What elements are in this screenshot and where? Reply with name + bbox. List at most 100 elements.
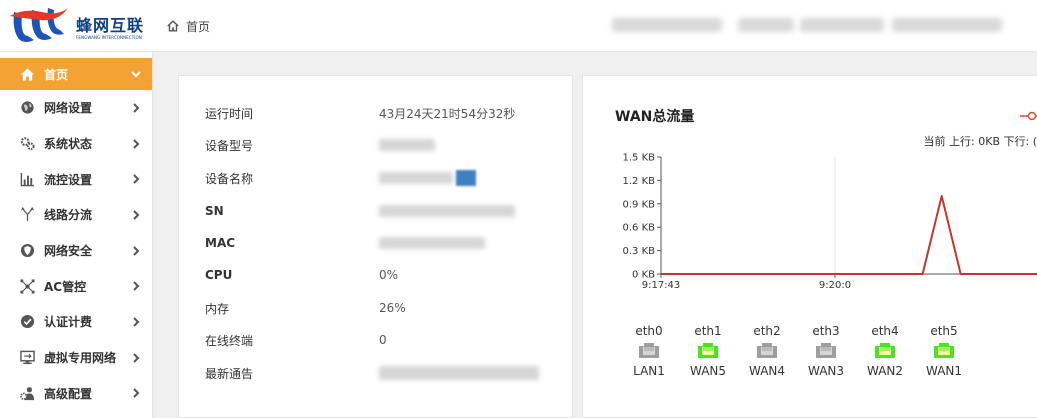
device-name-label: 设备名称 xyxy=(205,171,254,186)
ethernet-port-icon xyxy=(934,343,954,358)
user-gear-icon xyxy=(18,385,36,401)
chevron-right-icon xyxy=(133,281,140,291)
chevron-right-icon xyxy=(133,210,140,220)
sidebar-item-network-security[interactable]: 网络安全 xyxy=(0,233,152,269)
port-eth3[interactable]: eth3 WAN3 xyxy=(806,324,846,380)
port-label: WAN2 xyxy=(866,364,904,378)
redacted-header-info xyxy=(800,18,884,32)
redacted-header-info xyxy=(738,18,794,32)
clients-value: 0 xyxy=(379,333,387,347)
home-icon[interactable] xyxy=(166,19,180,33)
port-label: LAN1 xyxy=(633,364,665,378)
clients-label: 在线终端 xyxy=(205,333,254,348)
sidebar-item-label: 网络安全 xyxy=(44,244,93,259)
port-eth5[interactable]: eth5 WAN1 xyxy=(924,324,964,380)
ethernet-port-icon xyxy=(639,343,659,358)
info-row-sn: SN xyxy=(205,202,515,220)
info-row-mac: MAC xyxy=(205,234,485,252)
brand-logo-mark xyxy=(10,8,68,42)
port-name: eth1 xyxy=(694,324,722,338)
port-eth0[interactable]: eth0 LAN1 xyxy=(629,324,669,380)
chevron-right-icon xyxy=(133,138,140,149)
series-line xyxy=(661,195,1037,275)
port-status-list: eth0 LAN1 eth1 WAN5 eth2 WAN4 eth3 WAN3 eth4 WAN2… xyxy=(629,324,964,380)
memory-value: 26% xyxy=(379,301,406,315)
info-row-clients: 在线终端 0 xyxy=(205,331,387,349)
fork-icon xyxy=(18,207,36,223)
chevron-down-icon xyxy=(131,71,141,78)
port-eth1[interactable]: eth1 WAN5 xyxy=(688,324,728,380)
sidebar-item-label: 首页 xyxy=(44,67,69,82)
port-eth4[interactable]: eth4 WAN2 xyxy=(865,324,905,380)
info-row-device-name: 设备名称 xyxy=(205,169,476,187)
network-icon xyxy=(18,278,36,294)
memory-label: 内存 xyxy=(205,301,230,316)
model-label: 设备型号 xyxy=(205,138,254,153)
sidebar-item-network-settings[interactable]: 网络设置 xyxy=(0,90,152,126)
ethernet-port-icon xyxy=(698,343,718,358)
y-tick-label: 1.5 KB xyxy=(623,153,656,164)
port-name: eth2 xyxy=(753,324,781,338)
sidebar-item-auth-billing[interactable]: 认证计费 xyxy=(0,304,152,340)
x-tick-label: 9:17:43 xyxy=(642,280,681,291)
sidebar-item-label: 系统状态 xyxy=(44,137,93,152)
sidebar-item-label: AC管控 xyxy=(44,279,87,294)
sidebar-item-line-split[interactable]: 线路分流 xyxy=(0,197,152,233)
uptime-label: 运行时间 xyxy=(205,106,254,121)
legend-line-icon xyxy=(1020,111,1037,121)
sidebar-item-advanced-config[interactable]: 高级配置 xyxy=(0,376,152,412)
info-row-memory: 内存 26% xyxy=(205,299,406,317)
monitor-icon xyxy=(18,350,36,366)
breadcrumb: 首页 xyxy=(166,18,210,34)
brand-name: 蜂网互联 xyxy=(76,16,145,35)
chevron-right-icon xyxy=(133,103,140,113)
redacted-device-name-value xyxy=(379,172,453,184)
info-row-model: 设备型号 xyxy=(205,136,435,154)
port-label: WAN1 xyxy=(925,364,963,378)
top-header: 蜂网互联 FENGWANG INTERCONNECTION 首页 xyxy=(0,0,1037,52)
sidebar-item-label: 虚拟专用网络 xyxy=(44,351,117,366)
chevron-right-icon xyxy=(133,245,140,256)
breadcrumb-label[interactable]: 首页 xyxy=(186,18,210,35)
port-name: eth5 xyxy=(930,324,958,338)
sidebar-item-home[interactable]: 首页 xyxy=(0,58,152,90)
info-row-uptime: 运行时间 43月24天21时54分32秒 xyxy=(205,104,515,122)
sidebar-item-label: 流控设置 xyxy=(44,172,93,187)
sidebar-item-vpn[interactable]: 虚拟专用网络 xyxy=(0,340,152,376)
port-label: WAN4 xyxy=(748,364,786,378)
info-row-cpu: CPU 0% xyxy=(205,266,398,284)
y-tick-label: 0 KB xyxy=(632,270,655,281)
redacted-device-name-value xyxy=(456,170,476,186)
port-name: eth3 xyxy=(812,324,840,338)
sidebar-item-ac-control[interactable]: AC管控 xyxy=(0,268,152,304)
sn-label: SN xyxy=(205,204,224,218)
chevron-right-icon xyxy=(133,174,140,184)
sidebar-item-system-status[interactable]: 系统状态 xyxy=(0,126,152,162)
redacted-mac-value xyxy=(379,237,485,249)
ethernet-port-icon xyxy=(875,343,895,358)
redacted-model-value xyxy=(379,139,435,151)
cpu-value: 0% xyxy=(379,268,399,282)
cpu-label: CPU xyxy=(205,268,233,282)
brand-logo[interactable]: 蜂网互联 FENGWANG INTERCONNECTION xyxy=(6,6,152,48)
port-eth2[interactable]: eth2 WAN4 xyxy=(747,324,787,380)
gears-icon xyxy=(18,136,36,152)
device-info-card: 运行时间 43月24天21时54分32秒 设备型号 设备名称 SN MAC CP… xyxy=(178,75,573,418)
port-label: WAN5 xyxy=(689,364,727,378)
redacted-header-info xyxy=(892,18,1002,32)
y-tick-label: 0.9 KB xyxy=(623,199,656,210)
globe-icon xyxy=(18,100,36,116)
uptime-value: 43月24天21时54分32秒 xyxy=(379,106,516,121)
shield-icon xyxy=(18,243,36,259)
sidebar-item-label: 线路分流 xyxy=(44,208,93,223)
redacted-notice-value[interactable] xyxy=(379,366,539,380)
brand-name-en: FENGWANG INTERCONNECTION xyxy=(76,35,142,40)
chevron-right-icon xyxy=(133,317,140,327)
port-label: WAN3 xyxy=(807,364,845,378)
notice-label: 最新通告 xyxy=(205,366,254,381)
sidebar-item-flow-control[interactable]: 流控设置 xyxy=(0,161,152,197)
port-name: eth0 xyxy=(635,324,663,338)
chevron-right-icon xyxy=(133,388,140,399)
x-tick-label: 9:20:0 xyxy=(819,280,851,291)
sidebar: 首页 网络设置 系统状态 流控设置 线路分流 网络安全 AC管控 认证计费 虚拟… xyxy=(0,52,153,418)
